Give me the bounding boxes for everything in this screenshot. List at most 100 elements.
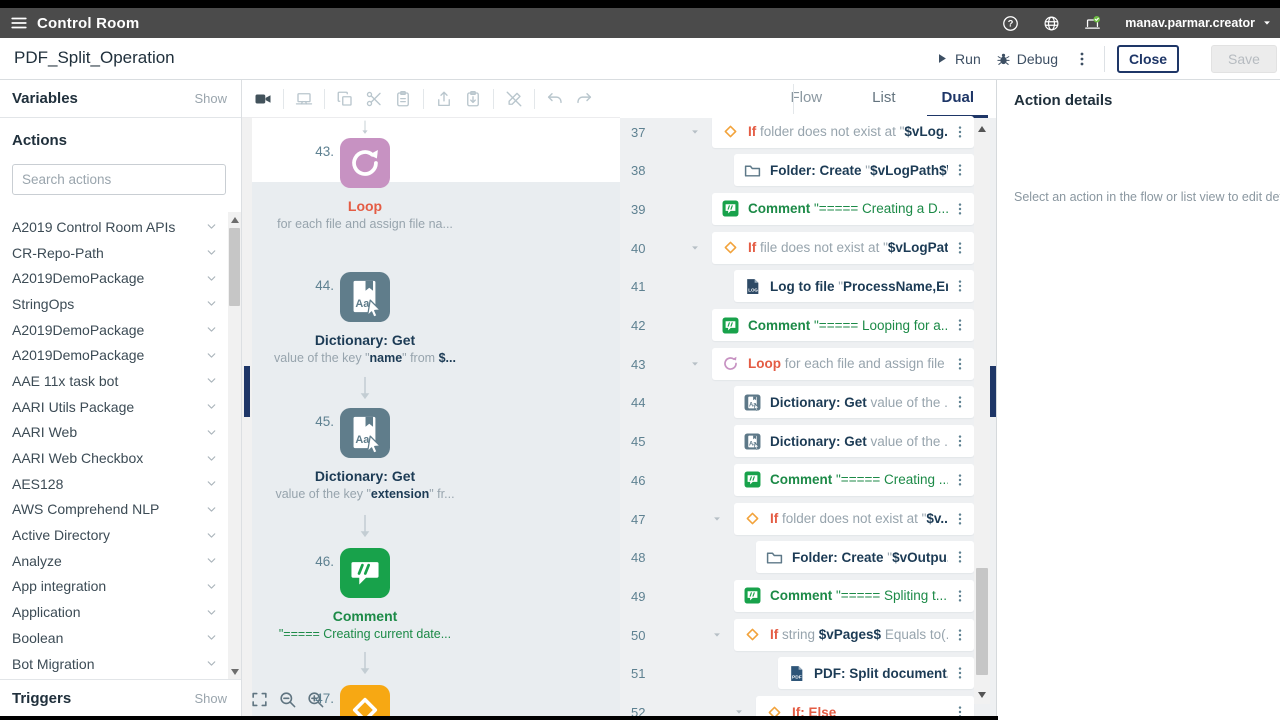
clipboard-run-icon[interactable] <box>464 90 482 108</box>
row-kebab-menu[interactable] <box>953 548 967 566</box>
package-item-app-integration[interactable]: App integration <box>0 574 228 600</box>
action-row-48[interactable]: Folder: Create "$vOutpu... <box>756 541 974 573</box>
row-kebab-menu[interactable] <box>953 432 967 450</box>
action-row-40[interactable]: If file does not exist at "$vLogPat... <box>712 232 974 264</box>
package-item-aws-comprehend-nlp[interactable]: AWS Comprehend NLP <box>0 497 228 523</box>
comment-node-icon[interactable] <box>340 548 390 598</box>
action-row-45[interactable]: Aa Dictionary: Get value of the ... <box>734 425 974 457</box>
action-row-43[interactable]: Loop for each file and assign file ... <box>712 348 974 380</box>
package-item-a2019demopackage[interactable]: A2019DemoPackage <box>0 317 228 343</box>
action-row-46[interactable]: Comment "===== Creating ... <box>734 464 974 496</box>
list-pane-scroll-indicator[interactable] <box>990 366 996 417</box>
save-button[interactable]: Save <box>1211 45 1277 73</box>
package-item-analyze[interactable]: Analyze <box>0 548 228 574</box>
share-up-icon[interactable] <box>435 90 453 108</box>
package-item-aari-web-checkbox[interactable]: AARI Web Checkbox <box>0 445 228 471</box>
dict-node-icon[interactable]: Aa <box>340 272 390 322</box>
action-row-41[interactable]: LOG Log to file "ProcessName,Er... <box>734 270 974 302</box>
collapse-caret-icon[interactable] <box>712 630 722 640</box>
chevron-down-icon[interactable] <box>205 631 218 644</box>
row-kebab-menu[interactable] <box>953 200 967 218</box>
chevron-down-icon[interactable] <box>205 323 218 336</box>
chevron-down-icon[interactable] <box>205 529 218 542</box>
search-actions-input[interactable] <box>12 164 226 195</box>
help-icon[interactable]: ? <box>1002 15 1019 32</box>
action-row-47[interactable]: If folder does not exist at "$v... <box>734 503 974 535</box>
package-item-application[interactable]: Application <box>0 599 228 625</box>
collapse-caret-icon[interactable] <box>690 243 700 253</box>
package-item-cr-repo-path[interactable]: CR-Repo-Path <box>0 240 228 266</box>
chevron-down-icon[interactable] <box>205 580 218 593</box>
package-item-aari-utils-package[interactable]: AARI Utils Package <box>0 394 228 420</box>
chevron-down-icon[interactable] <box>205 220 218 233</box>
desktop-icon[interactable] <box>295 90 313 108</box>
action-row-38[interactable]: Folder: Create "$vLogPath$\... <box>734 154 974 186</box>
zoom-out-icon[interactable] <box>278 690 297 709</box>
close-button[interactable]: Close <box>1117 45 1179 73</box>
chevron-down-icon[interactable] <box>205 503 218 516</box>
row-kebab-menu[interactable] <box>953 316 967 334</box>
row-kebab-menu[interactable] <box>953 239 967 257</box>
package-item-boolean[interactable]: Boolean <box>0 625 228 651</box>
device-status-icon[interactable] <box>1084 15 1101 32</box>
chevron-down-icon[interactable] <box>205 554 218 567</box>
action-row-50[interactable]: If string $vPages$ Equals to(... <box>734 619 974 651</box>
package-item-aes128[interactable]: AES128 <box>0 471 228 497</box>
package-item-a2019-control-room-apis[interactable]: A2019 Control Room APIs <box>0 214 228 240</box>
package-item-active-directory[interactable]: Active Directory <box>0 522 228 548</box>
triggers-show-link[interactable]: Show <box>194 691 227 706</box>
chevron-down-icon[interactable] <box>205 374 218 387</box>
package-item-a2019demopackage[interactable]: A2019DemoPackage <box>0 342 228 368</box>
action-row-37[interactable]: If folder does not exist at "$vLog... <box>712 116 974 148</box>
list-scroll-thumb[interactable] <box>976 568 988 675</box>
actions-scroll-thumb[interactable] <box>229 228 240 306</box>
chevron-down-icon[interactable] <box>205 246 218 259</box>
user-menu[interactable]: manav.parmar.creator <box>1125 16 1272 30</box>
undo-icon[interactable] <box>546 90 564 108</box>
scroll-up-arrow[interactable] <box>978 126 986 132</box>
row-kebab-menu[interactable] <box>953 587 967 605</box>
action-row-49[interactable]: Comment "===== Spliting t... <box>734 580 974 612</box>
list-scrollbar[interactable] <box>974 120 990 704</box>
row-kebab-menu[interactable] <box>953 393 967 411</box>
chevron-down-icon[interactable] <box>205 477 218 490</box>
debug-button[interactable]: Debug <box>996 51 1058 67</box>
row-kebab-menu[interactable] <box>953 471 967 489</box>
scroll-down-arrow[interactable] <box>231 669 239 675</box>
package-item-aae-11x-task-bot[interactable]: AAE 11x task bot <box>0 368 228 394</box>
loop-node-icon[interactable] <box>340 138 390 188</box>
package-item-bot-migration[interactable]: Bot Migration <box>0 651 228 677</box>
chevron-down-icon[interactable] <box>205 426 218 439</box>
zoom-in-icon[interactable] <box>306 690 325 709</box>
collapse-caret-icon[interactable] <box>712 514 722 524</box>
chevron-down-icon[interactable] <box>205 452 218 465</box>
dict-node-icon[interactable]: Aa <box>340 408 390 458</box>
record-camera-icon[interactable] <box>254 90 272 108</box>
flow-canvas[interactable]: 43. Loop for each file and assign file n… <box>242 118 620 717</box>
run-button[interactable]: Run <box>934 51 981 67</box>
row-kebab-menu[interactable] <box>953 123 967 141</box>
chevron-down-icon[interactable] <box>205 400 218 413</box>
chevron-down-icon[interactable] <box>205 297 218 310</box>
row-kebab-menu[interactable] <box>953 161 967 179</box>
if-node-icon[interactable] <box>340 685 390 717</box>
package-item-aari-web[interactable]: AARI Web <box>0 420 228 446</box>
scroll-down-arrow[interactable] <box>978 692 986 698</box>
collapse-caret-icon[interactable] <box>690 127 700 137</box>
scroll-up-arrow[interactable] <box>231 217 239 223</box>
paste-icon[interactable] <box>394 90 412 108</box>
cut-icon[interactable] <box>365 90 383 108</box>
more-options-kebab[interactable] <box>1074 50 1090 68</box>
globe-icon[interactable] <box>1043 15 1060 32</box>
chevron-down-icon[interactable] <box>205 606 218 619</box>
action-row-44[interactable]: Aa Dictionary: Get value of the ... <box>734 386 974 418</box>
action-row-42[interactable]: Comment "===== Looping for a... <box>712 309 974 341</box>
variables-show-link[interactable]: Show <box>194 91 227 106</box>
row-kebab-menu[interactable] <box>953 355 967 373</box>
collapse-caret-icon[interactable] <box>690 359 700 369</box>
row-kebab-menu[interactable] <box>953 510 967 528</box>
copy-icon[interactable] <box>336 90 354 108</box>
redo-icon[interactable] <box>575 90 593 108</box>
chevron-down-icon[interactable] <box>205 272 218 285</box>
chevron-down-icon[interactable] <box>205 349 218 362</box>
